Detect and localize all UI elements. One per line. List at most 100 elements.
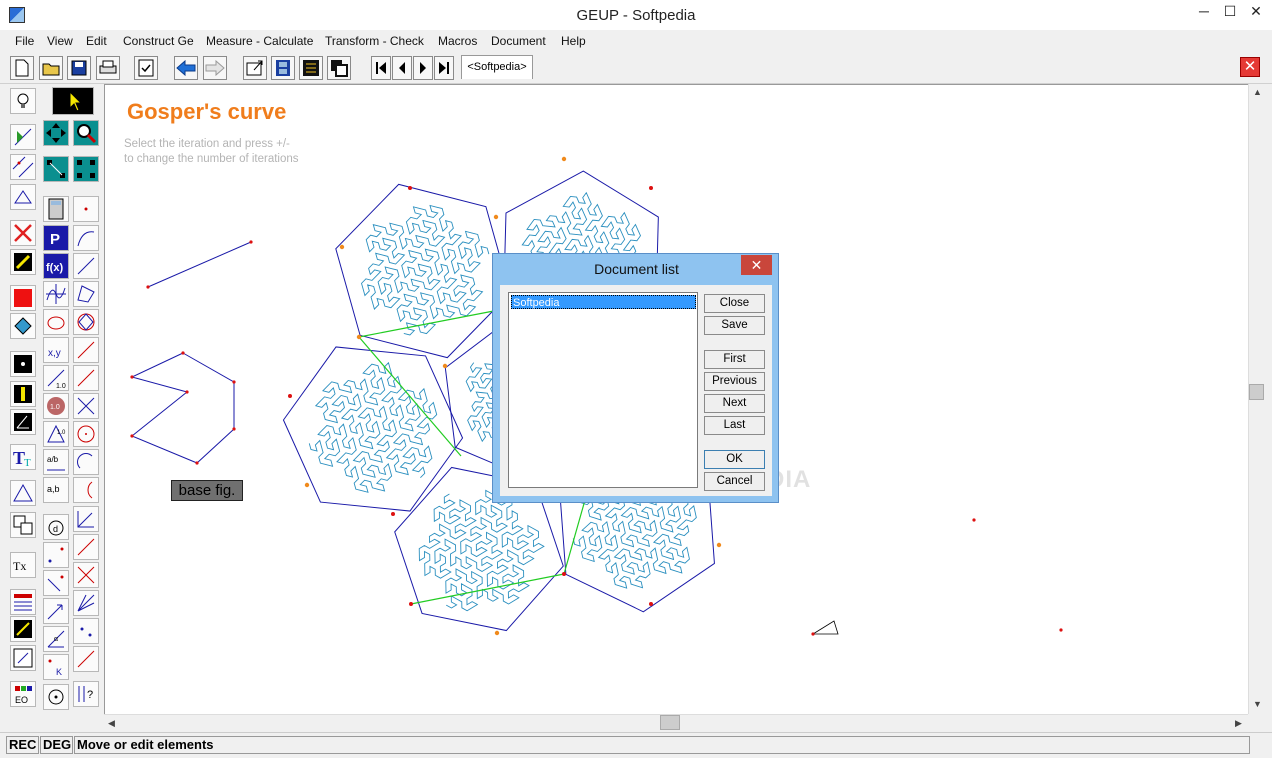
checklist-icon[interactable] bbox=[134, 56, 158, 80]
menu-edit[interactable]: Edit bbox=[86, 34, 107, 48]
menu-construct[interactable]: Construct Ge bbox=[123, 34, 194, 48]
save-icon[interactable] bbox=[67, 56, 91, 80]
parameter-icon[interactable]: P bbox=[43, 225, 69, 251]
calculator-icon[interactable] bbox=[43, 196, 69, 222]
previous-page-icon[interactable] bbox=[392, 56, 412, 80]
arc-circle-icon[interactable] bbox=[73, 449, 99, 475]
layer-icon[interactable] bbox=[10, 381, 36, 407]
menu-view[interactable]: View bbox=[47, 34, 73, 48]
area-measure-icon[interactable]: 1.0 bbox=[43, 393, 69, 419]
ray-tool-icon[interactable] bbox=[73, 365, 99, 391]
close-window-button[interactable]: ✕ bbox=[1240, 0, 1272, 22]
menu-file[interactable]: File bbox=[15, 34, 34, 48]
triangle-icon[interactable] bbox=[10, 480, 36, 506]
circle-tool-icon[interactable] bbox=[73, 421, 99, 447]
macro-list-icon[interactable] bbox=[299, 56, 323, 80]
bisector-icon[interactable] bbox=[73, 393, 99, 419]
graph-nodes-icon[interactable] bbox=[43, 156, 69, 182]
close-document-button[interactable]: ✕ bbox=[1240, 57, 1260, 77]
resize-icon[interactable] bbox=[10, 645, 36, 671]
point-black-icon[interactable] bbox=[10, 351, 36, 377]
circle-polygon-icon[interactable] bbox=[73, 309, 99, 335]
dots-diagonal-icon[interactable] bbox=[43, 542, 69, 568]
color-red-icon[interactable] bbox=[10, 285, 36, 311]
scroll-up-icon[interactable]: ▲ bbox=[1253, 87, 1262, 97]
forward-arrow-icon[interactable] bbox=[203, 56, 227, 80]
fit-view-icon[interactable] bbox=[43, 120, 69, 146]
text-tool-icon[interactable]: TT bbox=[10, 444, 36, 470]
polygon-tool-icon[interactable] bbox=[73, 281, 99, 307]
check-parallel-icon[interactable]: ? bbox=[73, 681, 99, 707]
new-file-icon[interactable] bbox=[10, 56, 34, 80]
arc-red-icon[interactable] bbox=[73, 477, 99, 503]
next-button[interactable]: Next bbox=[704, 394, 765, 413]
save-button[interactable]: Save bbox=[704, 316, 765, 335]
vertical-scroll-thumb[interactable] bbox=[1249, 384, 1264, 400]
label-tool-icon[interactable]: d bbox=[43, 514, 69, 540]
fill-bucket-icon[interactable] bbox=[10, 313, 36, 339]
film-icon[interactable] bbox=[271, 56, 295, 80]
fan-lines-icon[interactable] bbox=[73, 590, 99, 616]
ab-tool-icon[interactable]: a,b bbox=[43, 477, 69, 503]
transform-tool-icon[interactable] bbox=[10, 184, 36, 210]
circle-center-icon[interactable] bbox=[43, 684, 69, 710]
window-export-icon[interactable] bbox=[243, 56, 267, 80]
list-item[interactable]: Softpedia bbox=[511, 295, 696, 309]
dialog-close-button[interactable]: ✕ bbox=[741, 255, 772, 275]
menu-transform-check[interactable]: Transform - Check bbox=[325, 34, 424, 48]
tab-softpedia[interactable]: <Softpedia> bbox=[461, 55, 533, 79]
scroll-right-icon[interactable]: ▶ bbox=[1235, 718, 1242, 729]
measure-length-icon[interactable]: 1.0 bbox=[43, 365, 69, 391]
angle-arc-icon[interactable]: α bbox=[43, 626, 69, 652]
point-tool-icon[interactable] bbox=[73, 196, 99, 222]
delete-icon[interactable] bbox=[10, 220, 36, 246]
windows-icon[interactable] bbox=[327, 56, 351, 80]
last-page-icon[interactable] bbox=[434, 56, 454, 80]
base-figure-label[interactable]: base fig. bbox=[171, 480, 243, 501]
back-arrow-icon[interactable] bbox=[174, 56, 198, 80]
dots-icon[interactable] bbox=[73, 618, 99, 644]
lightbulb-icon[interactable] bbox=[10, 88, 36, 114]
parallel-lines-icon[interactable] bbox=[10, 154, 36, 180]
last-button[interactable]: Last bbox=[704, 416, 765, 435]
scroll-down-icon[interactable]: ▼ bbox=[1253, 699, 1262, 709]
parallel-dots-icon[interactable] bbox=[43, 570, 69, 596]
ratio-icon[interactable]: a/b bbox=[43, 449, 69, 475]
grid-nodes-icon[interactable] bbox=[73, 156, 99, 182]
arc-tool-icon[interactable] bbox=[73, 225, 99, 251]
menu-document[interactable]: Document bbox=[491, 34, 546, 48]
palette-icon[interactable]: EO bbox=[10, 681, 36, 707]
text-xy-icon[interactable]: Tx bbox=[10, 552, 36, 578]
line-red-icon[interactable] bbox=[73, 534, 99, 560]
slash-red-icon[interactable] bbox=[73, 646, 99, 672]
copy-figure-icon[interactable] bbox=[10, 512, 36, 538]
first-page-icon[interactable] bbox=[371, 56, 391, 80]
cancel-button[interactable]: Cancel bbox=[704, 472, 765, 491]
vector-icon[interactable] bbox=[43, 598, 69, 624]
menu-measure-calculate[interactable]: Measure - Calculate bbox=[206, 34, 313, 48]
menu-help[interactable]: Help bbox=[561, 34, 586, 48]
intersection-icon[interactable] bbox=[73, 562, 99, 588]
close-button[interactable]: Close bbox=[704, 294, 765, 313]
circle-rotate-icon[interactable] bbox=[43, 309, 69, 335]
coordinates-icon[interactable]: x,y bbox=[43, 337, 69, 363]
first-button[interactable]: First bbox=[704, 350, 765, 369]
angle-measure-icon[interactable]: 1.0 bbox=[43, 421, 69, 447]
menu-macros[interactable]: Macros bbox=[438, 34, 477, 48]
pointer-select-icon[interactable] bbox=[52, 87, 94, 115]
previous-button[interactable]: Previous bbox=[704, 372, 765, 391]
highlight-icon[interactable] bbox=[10, 249, 36, 275]
line-tool-icon[interactable] bbox=[73, 337, 99, 363]
image-tool-icon[interactable] bbox=[10, 616, 36, 642]
function-graph-icon[interactable] bbox=[43, 281, 69, 307]
horizontal-scroll-thumb[interactable] bbox=[660, 715, 680, 730]
point-line-tool-icon[interactable] bbox=[10, 124, 36, 150]
scroll-left-icon[interactable]: ◀ bbox=[108, 718, 115, 729]
next-page-icon[interactable] bbox=[413, 56, 433, 80]
zoom-icon[interactable] bbox=[73, 120, 99, 146]
ok-button[interactable]: OK bbox=[704, 450, 765, 469]
segment-tool-icon[interactable] bbox=[73, 253, 99, 279]
print-icon[interactable] bbox=[96, 56, 120, 80]
k-tool-icon[interactable]: K bbox=[43, 654, 69, 680]
function-icon[interactable]: f(x) bbox=[43, 253, 69, 279]
